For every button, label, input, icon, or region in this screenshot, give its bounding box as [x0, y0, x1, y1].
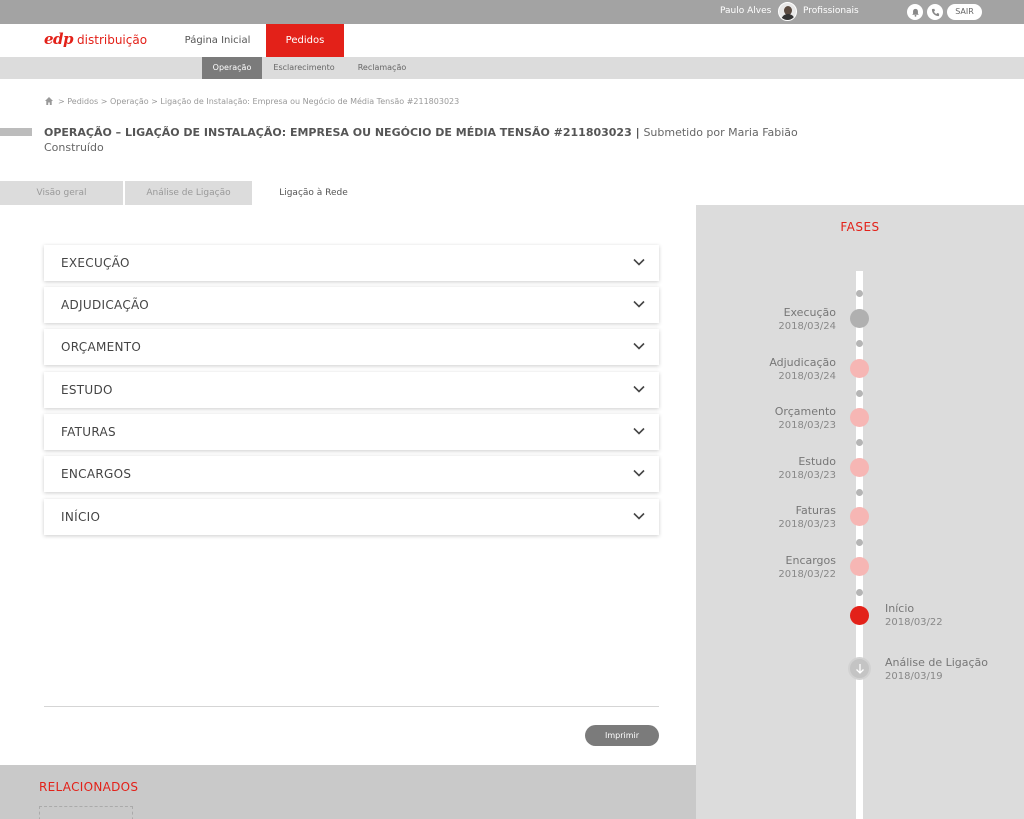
- phase-analise-de-ligacao: Análise de Ligação 2018/03/19: [885, 656, 988, 684]
- bell-icon[interactable]: [907, 4, 923, 20]
- phases-panel: FASES Execução 2018/03/24 Adjudicação 20…: [696, 205, 1024, 819]
- page-title: OPERAÇÃO – LIGAÇÃO DE INSTALAÇÃO: EMPRES…: [44, 125, 804, 155]
- accordion-inicio[interactable]: INÍCIO: [44, 499, 659, 535]
- status-text: Construído: [44, 141, 104, 154]
- print-button[interactable]: Imprimir: [585, 725, 659, 746]
- chevron-down-icon: [633, 342, 645, 350]
- phase-date: 2018/03/24: [778, 321, 836, 332]
- accordion-faturas[interactable]: FATURAS: [44, 414, 659, 450]
- chevron-down-icon: [633, 300, 645, 308]
- phase-date: 2018/03/23: [778, 470, 836, 481]
- phase-estudo: Estudo 2018/03/23: [778, 455, 836, 483]
- phase-date: 2018/03/22: [885, 617, 943, 628]
- phase-encargos: Encargos 2018/03/22: [778, 554, 836, 582]
- accordion-adjudicacao[interactable]: ADJUDICAÇÃO: [44, 287, 659, 323]
- phase-faturas: Faturas 2018/03/23: [778, 504, 836, 532]
- timeline-dot: [856, 340, 863, 347]
- page-title-text: OPERAÇÃO – LIGAÇÃO DE INSTALAÇÃO: EMPRES…: [44, 126, 640, 139]
- logo[interactable]: edp distribuição: [44, 30, 147, 48]
- phase-adjudicacao: Adjudicação 2018/03/24: [769, 356, 836, 384]
- phase-node-adjudicacao[interactable]: [850, 359, 869, 378]
- timeline-dot: [856, 489, 863, 496]
- phase-name: Adjudicação: [769, 356, 836, 369]
- accordion-orcamento[interactable]: ORÇAMENTO: [44, 329, 659, 365]
- phase-date: 2018/03/22: [778, 569, 836, 580]
- profile-label[interactable]: Profissionais: [803, 6, 859, 16]
- phase-name: Execução: [783, 306, 836, 319]
- phase-date: 2018/03/24: [778, 371, 836, 382]
- timeline-dot: [856, 589, 863, 596]
- chevron-down-icon: [633, 512, 645, 520]
- accordion-label: ENCARGOS: [61, 467, 132, 481]
- submitted-by: Submetido por Maria Fabião: [643, 126, 798, 139]
- phase-execucao: Execução 2018/03/24: [778, 306, 836, 334]
- home-icon[interactable]: [44, 96, 54, 106]
- phase-date: 2018/03/23: [778, 420, 836, 431]
- subnav-item-operacao[interactable]: Operação: [202, 57, 262, 79]
- divider: [44, 706, 659, 707]
- chevron-down-icon: [633, 258, 645, 266]
- tabs: Visão geral Análise de Ligação Ligação à…: [0, 181, 374, 205]
- timeline-dot: [856, 290, 863, 297]
- phase-name: Início: [885, 602, 915, 615]
- sub-nav: Operação Esclarecimento Reclamação: [0, 57, 1024, 79]
- tab-ligacao-a-rede[interactable]: Ligação à Rede: [253, 181, 374, 205]
- phase-node-faturas[interactable]: [850, 507, 869, 526]
- phase-node-inicio[interactable]: [850, 606, 869, 625]
- logo-mark: edp: [44, 30, 74, 48]
- phase-name: Faturas: [795, 504, 836, 517]
- avatar[interactable]: [778, 2, 797, 21]
- timeline-dot: [856, 390, 863, 397]
- phase-orcamento: Orçamento 2018/03/23: [775, 405, 836, 433]
- logout-button[interactable]: SAIR: [947, 4, 982, 20]
- accordion-label: FATURAS: [61, 425, 116, 439]
- chevron-down-icon: [633, 427, 645, 435]
- phase-name: Encargos: [785, 554, 836, 567]
- breadcrumb: > Pedidos > Operação > Ligação de Instal…: [44, 96, 459, 106]
- logo-text: distribuição: [77, 33, 148, 47]
- phase-node-estudo[interactable]: [850, 458, 869, 477]
- phase-name: Orçamento: [774, 405, 836, 418]
- phase-name: Estudo: [798, 455, 836, 468]
- accordion-label: EXECUÇÃO: [61, 256, 130, 270]
- user-bar: Paulo Alves Profissionais SAIR: [0, 0, 1024, 24]
- tab-visao-geral[interactable]: Visão geral: [0, 181, 123, 205]
- phase-date: 2018/03/19: [885, 671, 943, 682]
- main-nav: edp distribuição Página Inicial Pedidos: [0, 24, 1024, 57]
- phase-date: 2018/03/23: [778, 519, 836, 530]
- title-accent-bar: [0, 128, 32, 136]
- phases-title: FASES: [840, 220, 880, 234]
- nav-item-pedidos[interactable]: Pedidos: [266, 24, 344, 57]
- arrow-down-icon: [855, 663, 864, 674]
- accordion-label: ORÇAMENTO: [61, 340, 142, 354]
- accordion-encargos[interactable]: ENCARGOS: [44, 456, 659, 492]
- phase-node-orcamento[interactable]: [850, 408, 869, 427]
- subnav-item-esclarecimento[interactable]: Esclarecimento: [264, 57, 344, 79]
- subnav-item-reclamacao[interactable]: Reclamação: [346, 57, 418, 79]
- phone-icon[interactable]: [927, 4, 943, 20]
- tab-analise-de-ligacao[interactable]: Análise de Ligação: [125, 181, 252, 205]
- accordion-label: ESTUDO: [61, 383, 113, 397]
- accordion-label: ADJUDICAÇÃO: [61, 298, 150, 312]
- chevron-down-icon: [633, 385, 645, 393]
- phase-node-encargos[interactable]: [850, 557, 869, 576]
- chevron-down-icon: [633, 469, 645, 477]
- phase-node-execucao[interactable]: [850, 309, 869, 328]
- breadcrumb-path[interactable]: > Pedidos > Operação > Ligação de Instal…: [58, 97, 459, 106]
- related-title: RELACIONADOS: [39, 780, 139, 794]
- timeline-dot: [856, 439, 863, 446]
- related-item[interactable]: [39, 806, 133, 819]
- accordion-label: INÍCIO: [61, 510, 101, 524]
- phase-inicio: Início 2018/03/22: [885, 602, 943, 630]
- main-content: EXECUÇÃO ADJUDICAÇÃO ORÇAMENTO ESTUDO FA…: [0, 205, 696, 765]
- accordion-execucao[interactable]: EXECUÇÃO: [44, 245, 659, 281]
- user-name[interactable]: Paulo Alves: [720, 6, 771, 16]
- phase-name: Análise de Ligação: [885, 656, 989, 669]
- accordion-estudo[interactable]: ESTUDO: [44, 372, 659, 408]
- phase-node-analise-de-ligacao[interactable]: [848, 657, 871, 680]
- nav-item-pagina-inicial[interactable]: Página Inicial: [170, 24, 265, 57]
- related-section: RELACIONADOS: [0, 765, 696, 819]
- timeline-dot: [856, 539, 863, 546]
